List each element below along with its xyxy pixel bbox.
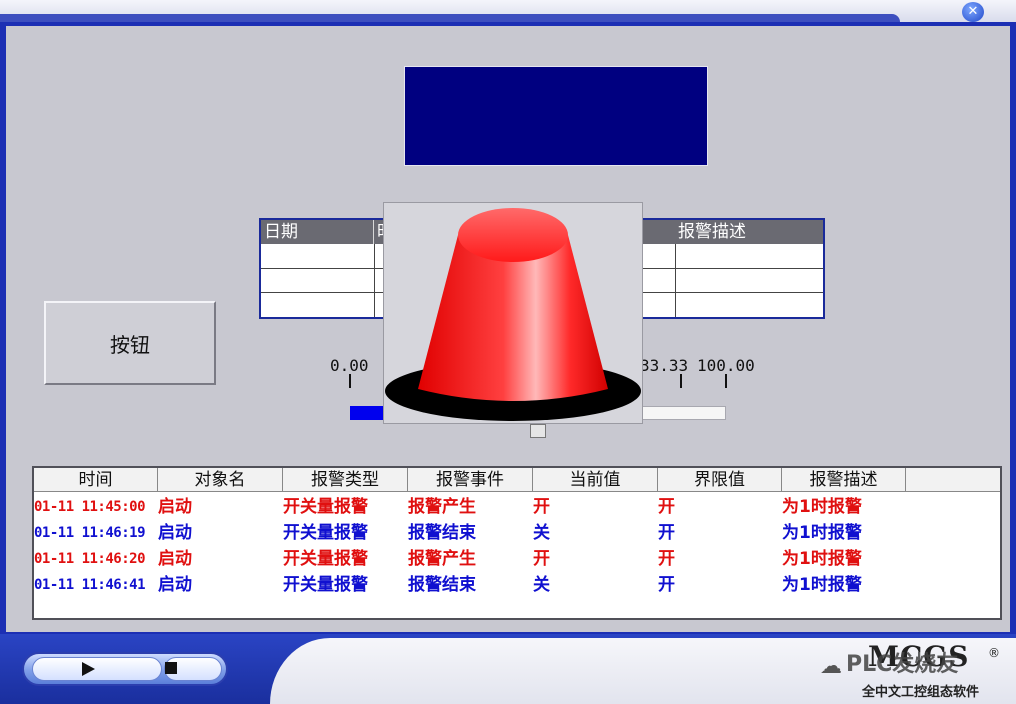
chat-icon: ☁ — [820, 654, 842, 679]
log-header-value: 当前值 — [533, 468, 658, 492]
log-cell-object: 启动 — [158, 549, 192, 569]
log-header-blank — [906, 468, 1000, 492]
log-cell-object: 启动 — [158, 523, 192, 543]
display-panel — [404, 66, 708, 166]
log-cell-event: 报警结束 — [408, 523, 476, 543]
table-row: 01-11 11:46:41 启动 开关量报警 报警结束 关 开 为1时报警 — [34, 572, 1000, 598]
log-cell-value: 关 — [533, 575, 550, 595]
log-cell-object: 启动 — [158, 497, 192, 517]
log-cell-event: 报警产生 — [408, 497, 476, 517]
level-bar-track — [640, 406, 726, 420]
play-icon — [82, 662, 95, 676]
log-cell-time: 01-11 11:46:41 — [34, 577, 146, 593]
alarm-lamp — [383, 202, 643, 424]
table-row: 01-11 11:46:20 启动 开关量报警 报警产生 开 开 为1时报警 — [34, 546, 1000, 572]
scale-min-label: 0.00 — [330, 356, 369, 375]
push-button[interactable]: 按钮 — [44, 301, 216, 385]
watermark-text: PLC发烧友 — [846, 652, 959, 677]
warning-light-icon — [385, 208, 641, 421]
play-button[interactable] — [32, 657, 162, 681]
log-cell-value: 开 — [533, 497, 550, 517]
log-cell-value: 关 — [533, 523, 550, 543]
log-cell-object: 启动 — [158, 575, 192, 595]
scale-max-label: 100.00 — [697, 356, 755, 375]
alarm-log-table: 时间 对象名 报警类型 报警事件 当前值 界限值 报警描述 01-11 11:4… — [32, 466, 1002, 620]
log-header-type: 报警类型 — [283, 468, 408, 492]
alarm-header-desc: 报警描述 — [678, 222, 746, 242]
scale-tick — [349, 374, 351, 388]
log-cell-limit: 开 — [658, 549, 675, 569]
scale-tick — [725, 374, 727, 388]
log-cell-value: 开 — [533, 549, 550, 569]
log-header-time: 时间 — [34, 468, 158, 492]
title-stripe — [0, 14, 900, 22]
log-header-event: 报警事件 — [408, 468, 533, 492]
log-cell-time: 01-11 11:45:00 — [34, 499, 146, 515]
log-cell-limit: 开 — [658, 523, 675, 543]
log-cell-desc: 为1时报警 — [782, 497, 862, 517]
log-cell-event: 报警结束 — [408, 575, 476, 595]
registered-mark: ® — [988, 646, 1000, 660]
table-row: 01-11 11:46:19 启动 开关量报警 报警结束 关 开 为1时报警 — [34, 520, 1000, 546]
log-header-desc: 报警描述 — [782, 468, 906, 492]
log-cell-time: 01-11 11:46:20 — [34, 551, 146, 567]
log-cell-type: 开关量报警 — [283, 549, 368, 569]
slider-handle[interactable] — [530, 424, 546, 438]
alarm-header-date: 日期 — [261, 220, 374, 244]
log-cell-event: 报警产生 — [408, 549, 476, 569]
alarm-col-line — [374, 244, 375, 317]
table-row: 01-11 11:45:00 启动 开关量报警 报警产生 开 开 为1时报警 — [34, 494, 1000, 520]
log-header-limit: 界限值 — [658, 468, 782, 492]
alarm-col-line — [675, 244, 676, 317]
log-cell-time: 01-11 11:46:19 — [34, 525, 146, 541]
brand-subtitle: 全中文工控组态软件 — [862, 685, 980, 700]
media-controls — [22, 652, 228, 686]
push-button-label: 按钮 — [110, 332, 150, 357]
log-cell-limit: 开 — [658, 575, 675, 595]
log-cell-type: 开关量报警 — [283, 523, 368, 543]
log-cell-desc: 为1时报警 — [782, 523, 862, 543]
log-cell-type: 开关量报警 — [283, 497, 368, 517]
log-cell-desc: 为1时报警 — [782, 549, 862, 569]
scale-mid-label: 33.33 — [640, 356, 689, 375]
title-bar: ✕ — [0, 0, 1016, 22]
scale-tick — [680, 374, 682, 388]
log-cell-desc: 为1时报警 — [782, 575, 862, 595]
log-header-object: 对象名 — [158, 468, 283, 492]
close-icon[interactable]: ✕ — [962, 2, 984, 22]
stop-icon — [165, 662, 177, 674]
level-bar-fill — [350, 406, 386, 420]
log-cell-type: 开关量报警 — [283, 575, 368, 595]
log-cell-limit: 开 — [658, 497, 675, 517]
